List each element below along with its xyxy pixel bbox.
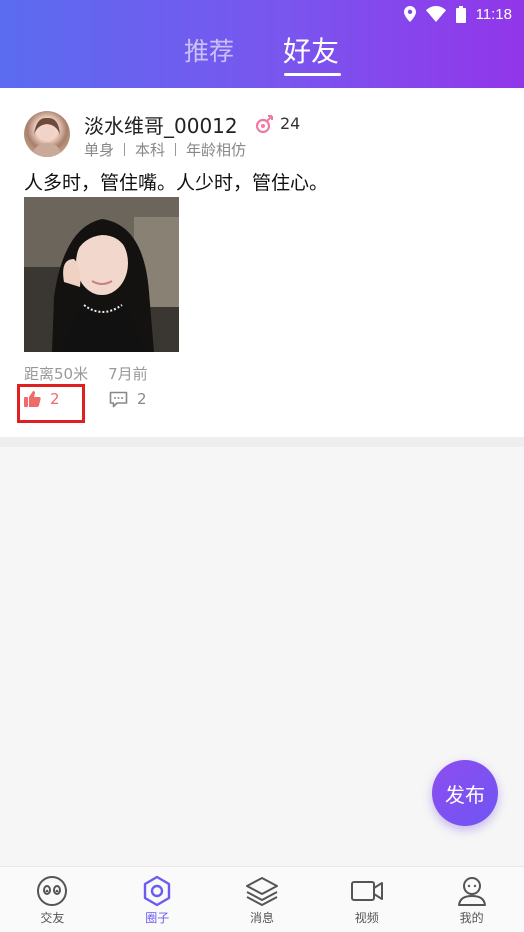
nav-label: 交友: [40, 911, 65, 925]
tag-divider: [124, 143, 126, 156]
status-time: 11:18: [475, 5, 512, 23]
post-meta: 距离50米 7月前: [24, 363, 148, 384]
battery-icon: [455, 5, 466, 23]
like-highlight-box: [17, 384, 85, 423]
post-time: 7月前: [108, 365, 148, 383]
tag-education: 本科: [135, 141, 166, 159]
layers-icon: [245, 877, 278, 906]
video-icon: [350, 881, 383, 901]
tag-marital-status: 单身: [84, 141, 115, 159]
post-distance: 距离50米: [24, 365, 89, 383]
face-icon: [37, 876, 68, 906]
female-gender-icon: [255, 115, 273, 134]
app-header: 11:18 推荐 好友: [0, 0, 524, 88]
tab-recommend[interactable]: 推荐: [184, 34, 234, 70]
status-bar: 11:18: [403, 0, 512, 28]
comment-icon: [109, 391, 128, 407]
tag-divider: [175, 143, 177, 156]
nav-item-friends[interactable]: 交友: [0, 867, 105, 932]
wifi-icon: [425, 6, 446, 22]
active-tab-indicator: [284, 73, 341, 76]
post-card[interactable]: 淡水维哥_00012 24 单身 本科 年龄相仿 人多时，管住嘴。人少时，管住心…: [0, 88, 524, 437]
user-age: 24: [280, 114, 301, 133]
tab-friends[interactable]: 好友: [283, 34, 339, 70]
post-photo[interactable]: [24, 197, 179, 352]
nav-item-messages[interactable]: 消息: [210, 867, 315, 932]
nav-label: 圈子: [145, 911, 170, 925]
user-tags: 单身 本科 年龄相仿: [84, 139, 246, 160]
hexagon-icon: [143, 875, 171, 907]
publish-button[interactable]: 发布: [432, 760, 498, 826]
top-tabs: 推荐 好友: [0, 30, 524, 80]
location-icon: [403, 6, 416, 22]
avatar[interactable]: [24, 111, 70, 157]
person-icon: [457, 877, 486, 906]
tag-age-match: 年龄相仿: [186, 141, 247, 159]
section-divider: [0, 437, 524, 447]
post-text: 人多时，管住嘴。人少时，管住心。: [24, 172, 329, 194]
nav-label: 视频: [354, 911, 379, 925]
bottom-nav: 交友 圈子 消息 视频 我的: [0, 866, 524, 932]
nav-item-profile[interactable]: 我的: [419, 867, 524, 932]
nav-label: 消息: [249, 911, 274, 925]
comment-button[interactable]: 2: [109, 390, 147, 408]
nav-label: 我的: [459, 911, 484, 925]
comment-count: 2: [137, 390, 147, 408]
nav-item-video[interactable]: 视频: [314, 867, 419, 932]
post-username[interactable]: 淡水维哥_00012: [84, 110, 238, 139]
nav-item-circle[interactable]: 圈子: [105, 867, 210, 932]
